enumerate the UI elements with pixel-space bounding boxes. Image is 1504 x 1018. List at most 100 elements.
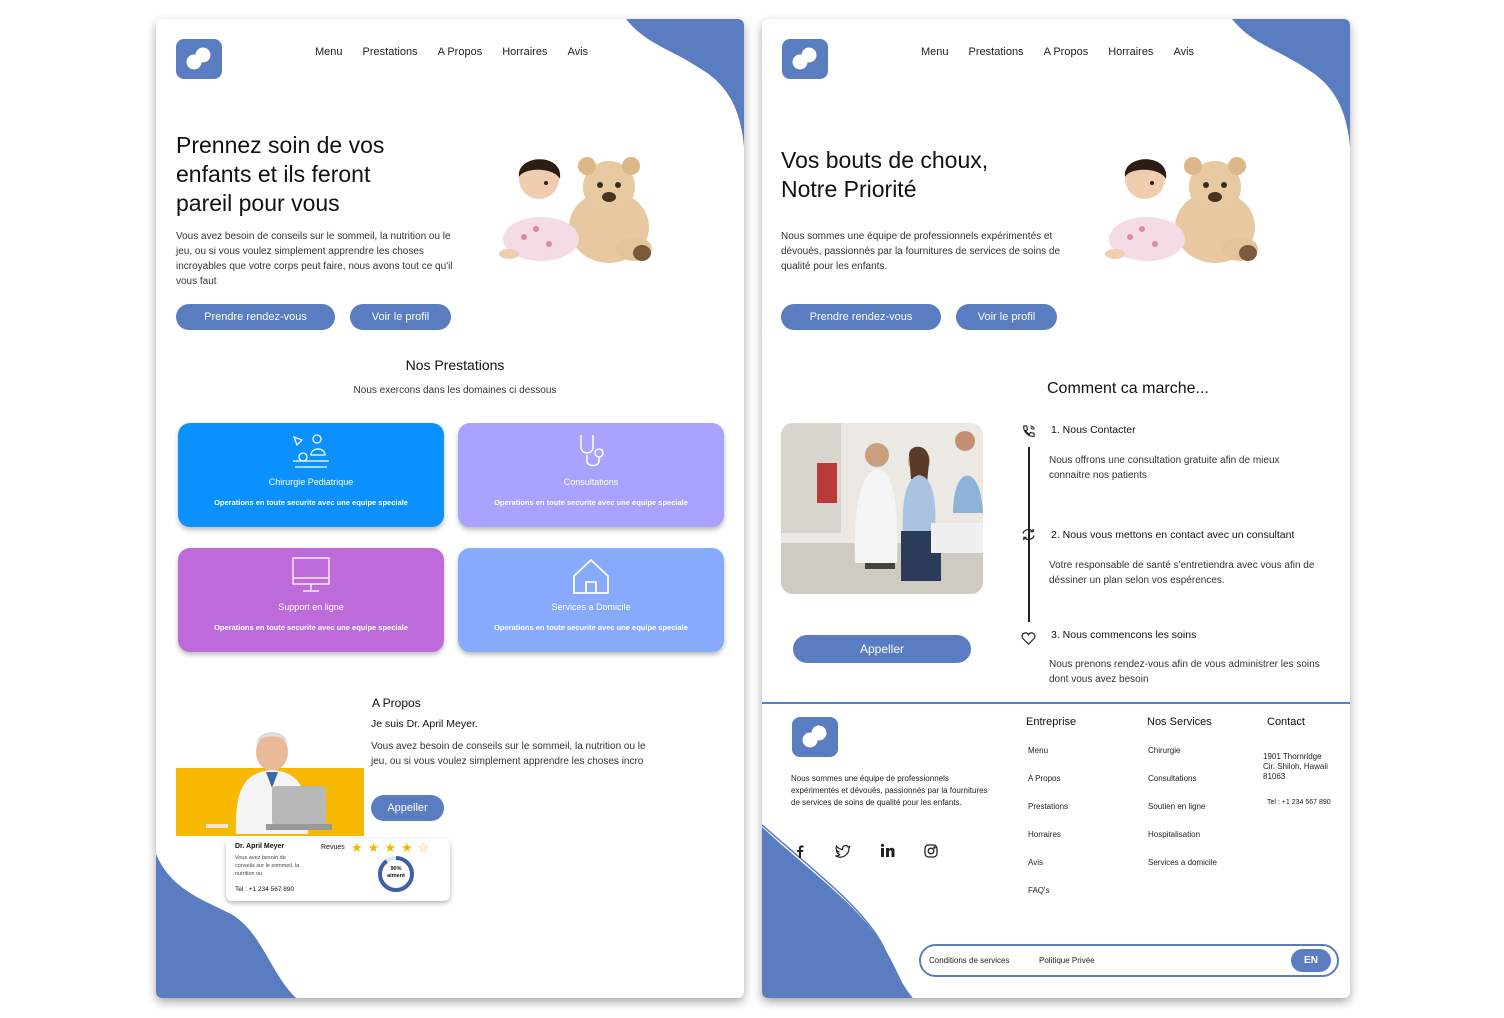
hero-title: Prennez soin de vos enfants et ils feron… — [176, 132, 385, 216]
star-icon: ★ — [400, 840, 418, 855]
main-nav: Menu Prestations A Propos Horraires Avis — [921, 46, 1194, 58]
hero-title-line1: Vos bouts de choux, — [781, 147, 989, 173]
step-1-title: 1. Nous Contacter — [1051, 424, 1136, 436]
consultation-photo — [781, 423, 983, 594]
apropos-text: Vous avez besoin de conseils sur le somm… — [371, 741, 646, 767]
phone-icon — [1023, 425, 1035, 437]
nav-menu[interactable]: Menu — [921, 46, 949, 58]
book-appointment-button[interactable]: Prendre rendez-vous — [781, 304, 941, 330]
doctor-card-text: Vous avez besoin de conseils sur le somm… — [235, 855, 300, 877]
star-icon: ★ — [367, 840, 385, 855]
card-description: Operations en toute securite avec une eq… — [494, 623, 688, 632]
logo-icon — [792, 47, 817, 70]
footer-link-soutien[interactable]: Soutien en ligne — [1148, 802, 1205, 811]
step-2-text: Votre responsable de santé s'entretiendr… — [1049, 560, 1315, 586]
doctor-image — [176, 732, 364, 836]
doctor-review-card: Dr. April Meyer Vous avez besoin de cons… — [226, 839, 450, 901]
star-outline-icon: ☆ — [417, 840, 435, 855]
nav-a-propos[interactable]: A Propos — [438, 46, 483, 58]
card-title: Services a Domicile — [551, 602, 631, 612]
surgery-icon — [292, 434, 329, 468]
view-profile-button[interactable]: Voir le profil — [956, 304, 1057, 330]
hero-text: Nous sommes une équipe de professionnels… — [781, 231, 1061, 272]
footer-link-prestations[interactable]: Prestations — [1028, 802, 1068, 811]
footer-link-chirurgie[interactable]: Chirurgie — [1148, 746, 1180, 755]
landing-page-about: Menu Prestations A Propos Horraires Avis… — [762, 19, 1350, 998]
service-card-surgery[interactable]: Chirurgie Pediatrique Operations en tout… — [178, 423, 444, 527]
card-title: Consultations — [563, 477, 619, 487]
card-description: Operations en toute securite avec une eq… — [214, 498, 408, 507]
footer-bottom-bar: Conditions de services Politique Privée … — [919, 944, 1339, 977]
stethoscope-icon — [580, 435, 604, 467]
terms-link[interactable]: Conditions de services — [929, 956, 1009, 965]
prestations-title: Nos Prestations — [405, 357, 505, 373]
nav-avis[interactable]: Avis — [1173, 46, 1194, 58]
reviews-label: Revues — [321, 844, 345, 851]
footer-contact-title: Contact — [1267, 716, 1305, 728]
service-card-home-services[interactable]: Services a Domicile Operations en toute … — [458, 548, 724, 652]
logo-icon — [802, 725, 827, 748]
doctor-card-phone: Tel : +1 234 567 890 — [235, 886, 295, 893]
nav-horraires[interactable]: Horraires — [1108, 46, 1153, 58]
language-button[interactable]: EN — [1291, 949, 1331, 972]
footer-link-a-propos[interactable]: A Propos — [1028, 774, 1060, 783]
baby-teddy-image — [499, 157, 652, 263]
book-appointment-button[interactable]: Prendre rendez-vous — [176, 304, 335, 330]
footer-link-menu[interactable]: Menu — [1028, 746, 1048, 755]
main-nav: Menu Prestations A Propos Horraires Avis — [315, 46, 588, 58]
heart-icon — [1021, 632, 1036, 645]
satisfaction-percent: 90% — [390, 866, 402, 872]
monitor-icon — [292, 557, 330, 592]
landing-page-home: Menu Prestations A Propos Horraires Avis… — [156, 19, 744, 998]
service-card-consultations[interactable]: Consultations Operations en toute securi… — [458, 423, 724, 527]
footer-link-services-domicile[interactable]: Services a domicile — [1148, 858, 1217, 867]
footer-link-avis[interactable]: Avis — [1028, 858, 1043, 867]
card-title: Support en ligne — [278, 602, 344, 612]
step-3-title: 3. Nous commencons les soins — [1051, 629, 1197, 641]
satisfaction-text: 90% aiment — [376, 866, 416, 880]
logo[interactable] — [782, 39, 828, 79]
home-icon — [573, 559, 609, 594]
sync-icon — [1022, 528, 1035, 541]
nav-menu[interactable]: Menu — [315, 46, 343, 58]
call-button[interactable]: Appeller — [371, 795, 444, 821]
logo[interactable] — [176, 39, 222, 79]
logo-icon — [186, 47, 211, 70]
doctor-intro: Je suis Dr. April Meyer. — [371, 718, 478, 730]
footer-about: Nous sommes une équipe de professionnels… — [791, 774, 988, 807]
nav-prestations[interactable]: Prestations — [969, 46, 1024, 58]
step-1-text: Nous offrons une consultation gratuite a… — [1049, 455, 1280, 481]
step-2-title: 2. Nous vous mettons en contact avec un … — [1051, 529, 1295, 541]
view-profile-button[interactable]: Voir le profil — [350, 304, 451, 330]
nav-avis[interactable]: Avis — [567, 46, 588, 58]
nav-prestations[interactable]: Prestations — [363, 46, 418, 58]
twitter-icon[interactable] — [833, 844, 851, 863]
instagram-icon[interactable] — [924, 844, 938, 863]
footer-link-horraires[interactable]: Horraires — [1028, 830, 1061, 839]
doctor-card-name: Dr. April Meyer — [235, 843, 285, 850]
footer-entreprise-title: Entreprise — [1026, 716, 1077, 728]
baby-teddy-image — [1105, 157, 1258, 263]
service-card-online-support[interactable]: Support en ligne Operations en toute sec… — [178, 548, 444, 652]
privacy-link[interactable]: Politique Privée — [1039, 956, 1095, 965]
star-icon: ★ — [384, 840, 401, 855]
apropos-label: A Propos — [372, 696, 421, 710]
footer-link-consultations[interactable]: Consultations — [1148, 774, 1196, 783]
nav-a-propos[interactable]: A Propos — [1044, 46, 1089, 58]
call-button[interactable]: Appeller — [793, 635, 971, 663]
linkedin-icon[interactable] — [880, 843, 895, 863]
footer-link-hospitalisation[interactable]: Hospitalisation — [1148, 830, 1200, 839]
step-3-text: Nous prenons rendez-vous afin de vous ad… — [1049, 659, 1320, 685]
hero-text: Vous avez besoin de conseils sur le somm… — [176, 231, 453, 287]
facebook-icon[interactable] — [794, 844, 806, 863]
prestations-subtitle: Nous exercons dans les domaines ci desso… — [353, 385, 557, 396]
nav-horraires[interactable]: Horraires — [502, 46, 547, 58]
how-it-works-title: Comment ca marche... — [1047, 380, 1209, 397]
footer-services-title: Nos Services — [1147, 716, 1212, 728]
satisfaction-label: aiment — [387, 873, 405, 879]
card-description: Operations en toute securite avec une eq… — [494, 498, 688, 507]
footer-address: 1901 Thornridge Cir. Shiloh, Hawaii 8106… — [1263, 752, 1328, 781]
footer-phone: Tel : +1 234 567 890 — [1267, 799, 1331, 806]
footer-link-faq[interactable]: FAQ's — [1028, 886, 1050, 895]
footer-logo[interactable] — [792, 717, 838, 757]
